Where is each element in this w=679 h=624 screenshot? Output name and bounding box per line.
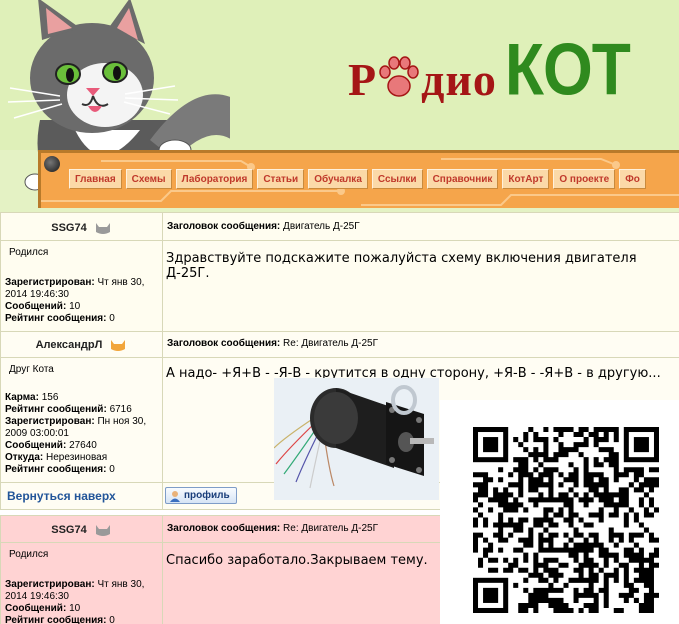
post-header-row: SSG74 Заголовок сообщения: Двигатель Д-2… — [0, 212, 679, 241]
nav-item-schemes[interactable]: Схемы — [125, 169, 172, 189]
profile-button[interactable]: профиль — [165, 487, 237, 504]
post-header-row: АлександрЛ Заголовок сообщения: Re: Двиг… — [0, 331, 679, 358]
post-author-name[interactable]: SSG74 — [51, 222, 86, 234]
post-body-row: Родился Зарегистрирован: Чт янв 30, 2014… — [0, 240, 679, 332]
post-messages: Сообщений: 10 — [5, 301, 81, 312]
post-author-info: Родился Зарегистрирован: Чт янв 30, 2014… — [0, 240, 163, 332]
logo-letters-dio: дио — [421, 54, 497, 105]
nav-item-articles[interactable]: Статьи — [257, 169, 305, 189]
nav-item-lab[interactable]: Лаборатория — [175, 169, 254, 189]
post-subject: Re: Двигатель Д-25Г — [283, 523, 378, 534]
post-subject-cell: Заголовок сообщения: Re: Двигатель Д-25Г — [162, 331, 679, 358]
qr-code-image — [473, 427, 659, 613]
motor-photo — [274, 378, 439, 500]
post-subject-label: Заголовок сообщения: — [167, 523, 281, 534]
site-header: Р дио КОТ Главная Схемы Лаборатория Стат… — [0, 0, 679, 212]
nav-item-learning[interactable]: Обучалка — [308, 169, 368, 189]
post-author-name[interactable]: SSG74 — [51, 524, 86, 536]
post-author-rank: Родился — [9, 247, 49, 258]
post-registered: Зарегистрирован: Чт янв 30, 2014 19:46:3… — [5, 277, 145, 300]
post-rating: Рейтинг сообщения: 0 — [5, 464, 115, 475]
nav-item-kotart[interactable]: КотАрт — [502, 169, 550, 189]
nav-item-forum[interactable]: Фо — [619, 169, 646, 189]
nav-item-home[interactable]: Главная — [69, 169, 122, 189]
post-author-rank: Друг Кота — [9, 364, 54, 375]
cat-online-icon — [111, 340, 126, 351]
post-subject-cell: Заголовок сообщения: Двигатель Д-25Г — [162, 212, 679, 241]
post-subject: Re: Двигатель Д-25Г — [283, 338, 378, 349]
nav-item-about[interactable]: О проекте — [553, 169, 616, 189]
cat-offline-icon — [95, 525, 110, 536]
site-logo[interactable]: Р дио КОТ — [348, 26, 631, 111]
user-icon — [170, 491, 180, 502]
post-author-name[interactable]: АлександрЛ — [36, 339, 103, 351]
post-author-info: Друг Кота Карма: 156 Рейтинг сообщений: … — [0, 357, 163, 483]
nav-menu: Главная Схемы Лаборатория Статьи Обучалк… — [69, 169, 646, 189]
post-registered: Зарегистрирован: Чт янв 30, 2014 19:46:3… — [5, 579, 145, 602]
post-subject-label: Заголовок сообщения: — [167, 221, 281, 232]
paw-icon — [379, 56, 419, 97]
post-rating-messages: Рейтинг сообщений: 6716 — [5, 404, 132, 415]
post-author-info: Родился Зарегистрирован: Чт янв 30, 2014… — [0, 542, 163, 624]
post-author-cell: SSG74 — [0, 212, 163, 241]
post-karma: Карма: 156 — [5, 392, 59, 403]
post-author-rank: Родился — [9, 549, 49, 560]
cat-offline-icon — [95, 223, 110, 234]
logo-word-kot: КОТ — [504, 27, 631, 111]
logo-letter-r: Р — [348, 54, 378, 105]
post-from: Откуда: Нерезиновая — [5, 452, 108, 463]
post-body: Здравствуйте подскажите пожалуйста схему… — [162, 240, 679, 332]
post-author-cell: АлександрЛ — [0, 331, 163, 358]
post-registered: Зарегистрирован: Пн ноя 30, 2009 03:00:0… — [5, 416, 147, 439]
gear-icon — [44, 156, 60, 172]
nav-item-reference[interactable]: Справочник — [426, 169, 499, 189]
post-messages: Сообщений: 10 — [5, 603, 81, 614]
post-rating: Рейтинг сообщения: 0 — [5, 615, 115, 624]
back-to-top-link[interactable]: Вернуться наверх — [0, 482, 163, 510]
post-subject-label: Заголовок сообщения: — [167, 338, 281, 349]
post-subject: Двигатель Д-25Г — [283, 221, 360, 232]
post-messages: Сообщений: 27640 — [5, 440, 97, 451]
main-navigation: Главная Схемы Лаборатория Статьи Обучалк… — [38, 150, 679, 208]
post-author-cell: SSG74 — [0, 515, 163, 543]
post-rating: Рейтинг сообщения: 0 — [5, 313, 115, 324]
nav-item-links[interactable]: Ссылки — [371, 169, 423, 189]
